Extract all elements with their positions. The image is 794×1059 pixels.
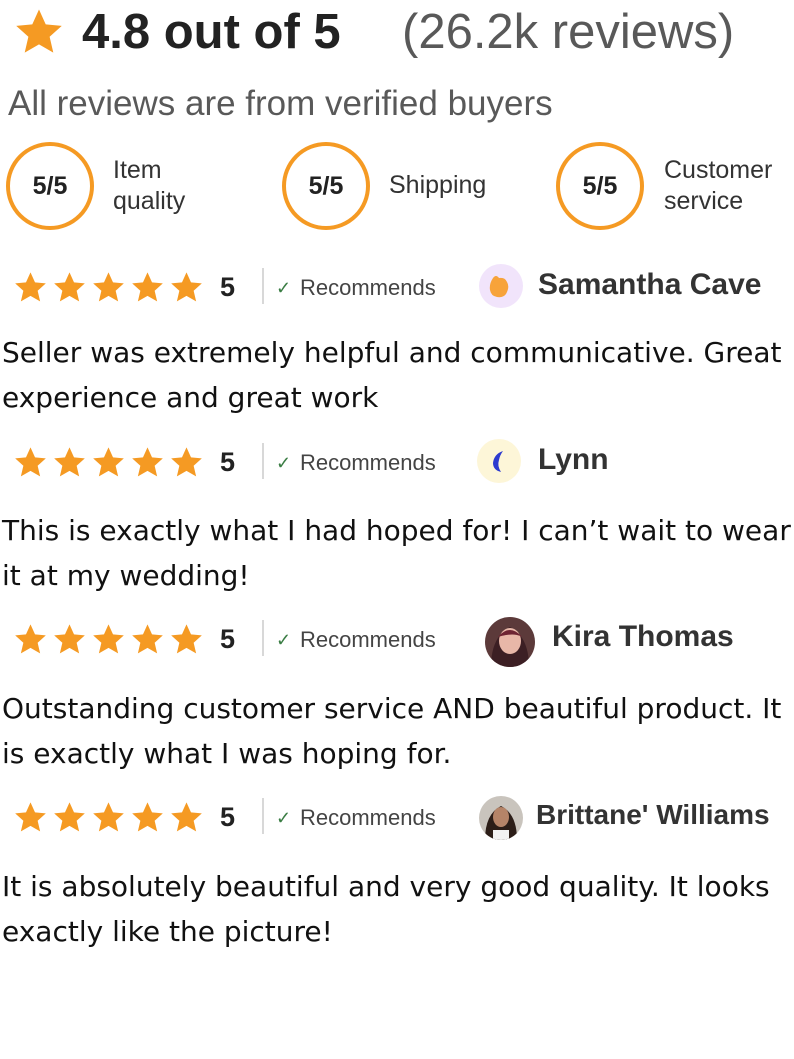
review-count: (26.2k reviews) [402, 5, 735, 59]
star-icon [54, 802, 85, 832]
recommends-label: Recommends [300, 275, 436, 300]
star-icon [171, 272, 202, 302]
check-icon: ✓ [276, 453, 292, 473]
review-header: 5 ✓ Recommends Brittane' Williams [0, 792, 794, 842]
review-text: Outstanding customer service AND beautif… [2, 692, 782, 770]
star-icon [171, 447, 202, 477]
item-quality-label-line1: Item [113, 156, 162, 184]
divider [262, 798, 264, 834]
star-icon [132, 272, 163, 302]
star-icon [15, 447, 46, 477]
star-icon [93, 802, 124, 832]
reviewer-name: Lynn [538, 443, 609, 476]
divider [262, 620, 264, 656]
avatar [485, 617, 535, 667]
rating-value: 5 [220, 802, 236, 832]
review-text: Seller was extremely helpful and communi… [2, 336, 782, 414]
star-icon [132, 447, 163, 477]
check-icon: ✓ [276, 808, 292, 828]
reviewer-name: Samantha Cave [538, 268, 762, 301]
shipping-score: 5/5 [282, 142, 370, 230]
review-text: This is exactly what I had hoped for! I … [2, 514, 791, 592]
recommends-label: Recommends [300, 805, 436, 830]
star-icon [171, 624, 202, 654]
star-rating [12, 622, 205, 657]
item-quality-label-line2: quality [113, 187, 186, 215]
reviewer-name: Brittane' Williams [536, 799, 770, 830]
avatar [479, 264, 523, 308]
star-icon [93, 447, 124, 477]
item-quality-score: 5/5 [6, 142, 94, 230]
recommends-label: Recommends [300, 450, 436, 475]
shipping-label: Shipping [389, 171, 487, 199]
star-icon [93, 272, 124, 302]
rating-value: 5 [220, 447, 236, 477]
star-icon [132, 624, 163, 654]
star-rating [12, 800, 205, 835]
avatar [479, 796, 523, 840]
check-icon: ✓ [276, 278, 292, 298]
star-icon [93, 624, 124, 654]
star-icon [15, 802, 46, 832]
verified-buyers-note: All reviews are from verified buyers [8, 84, 553, 123]
star-icon [15, 624, 46, 654]
rating-value: 5 [220, 272, 236, 302]
star-icon [15, 272, 46, 302]
customer-service-score: 5/5 [556, 142, 644, 230]
star-icon [54, 272, 85, 302]
divider [262, 443, 264, 479]
review-header: 5 ✓ Recommends Lynn [0, 437, 794, 487]
customer-service-label-line2: service [664, 187, 744, 215]
reviewer-name: Kira Thomas [552, 620, 734, 653]
overall-rating: 4.8 out of 5 [82, 5, 341, 59]
rating-value: 5 [220, 624, 236, 654]
recommends-label: Recommends [300, 627, 436, 652]
star-icon [54, 447, 85, 477]
divider [262, 268, 264, 304]
star-icon [132, 802, 163, 832]
star-icon [54, 624, 85, 654]
star-rating [12, 445, 205, 480]
star-icon [171, 802, 202, 832]
rating-star-icon [16, 9, 62, 53]
avatar [477, 439, 521, 483]
review-header: 5 ✓ Recommends Kira Thomas [0, 614, 794, 667]
customer-service-label-line1: Customer [664, 156, 773, 184]
review-text: It is absolutely beautiful and very good… [2, 870, 770, 948]
check-icon: ✓ [276, 630, 292, 650]
review-header: 5 ✓ Recommends Samantha Cave [0, 262, 794, 312]
star-rating [12, 270, 205, 305]
